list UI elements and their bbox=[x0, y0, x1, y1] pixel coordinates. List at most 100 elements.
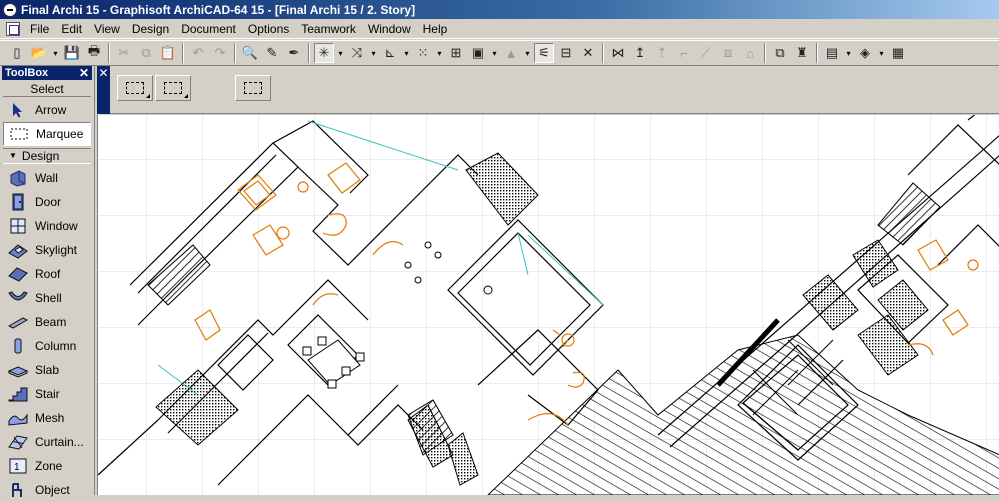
find-select-icon[interactable]: 🔍 bbox=[240, 43, 260, 63]
tool-beam[interactable]: Beam bbox=[3, 310, 91, 334]
arrow-icon bbox=[7, 101, 29, 119]
toolbar-separator bbox=[816, 43, 818, 63]
stair-icon bbox=[7, 385, 29, 403]
toolbar-separator bbox=[764, 43, 766, 63]
menu-options[interactable]: Options bbox=[242, 19, 295, 39]
wand-dropdown-icon[interactable]: ▾ bbox=[336, 43, 345, 63]
tool-object[interactable]: Object bbox=[3, 478, 91, 502]
print-icon[interactable]: 🖶 bbox=[84, 43, 104, 63]
menu-teamwork[interactable]: Teamwork bbox=[295, 19, 362, 39]
menu-edit[interactable]: Edit bbox=[55, 19, 88, 39]
layer-dropdown-icon[interactable]: ▾ bbox=[490, 43, 499, 63]
floor-plan-view-icon[interactable]: ▤ bbox=[822, 43, 842, 63]
elevate-dropdown-icon[interactable]: ▾ bbox=[523, 43, 532, 63]
tool-column[interactable]: Column bbox=[3, 334, 91, 358]
window-icon bbox=[7, 217, 29, 235]
open-dropdown-icon[interactable]: ▾ bbox=[51, 43, 60, 63]
tool-slab[interactable]: Slab bbox=[3, 358, 91, 382]
new-file-icon[interactable]: ▯ bbox=[7, 43, 27, 63]
3d-view-icon[interactable]: ◈ bbox=[855, 43, 875, 63]
split-icon[interactable]: ⋈ bbox=[608, 43, 628, 63]
3d-window-icon[interactable]: ⧉ bbox=[770, 43, 790, 63]
marquee-shape-button[interactable] bbox=[117, 75, 153, 101]
resize-icon[interactable]: ⧈ bbox=[718, 43, 738, 63]
marquee-scope-button[interactable] bbox=[235, 75, 271, 101]
marquee-rect-icon bbox=[126, 82, 144, 94]
delete-x-icon[interactable]: ✕ bbox=[578, 43, 598, 63]
tool-skylight[interactable]: Skylight bbox=[3, 238, 91, 262]
adjust-icon[interactable]: ↥ bbox=[630, 43, 650, 63]
tool-mesh[interactable]: Mesh bbox=[3, 406, 91, 430]
copy-icon[interactable]: ⧉ bbox=[136, 43, 156, 63]
toolbox-title-bar[interactable]: ToolBox ✕ bbox=[2, 66, 92, 80]
info-box: ✕ bbox=[97, 66, 999, 114]
popup-corner-icon bbox=[146, 94, 150, 98]
relative-construction-icon[interactable]: ⊾ bbox=[380, 43, 400, 63]
relative-dropdown-icon[interactable]: ▾ bbox=[402, 43, 411, 63]
toolbox-close-icon[interactable]: ✕ bbox=[79, 67, 89, 79]
open-file-icon[interactable]: 📂 bbox=[29, 43, 49, 63]
title-bar[interactable]: Final Archi 15 - Graphisoft ArchiCAD-64 … bbox=[0, 0, 999, 19]
menu-help[interactable]: Help bbox=[417, 19, 454, 39]
floor-plan-canvas[interactable] bbox=[97, 115, 999, 495]
inject-syringe-icon[interactable]: ✒ bbox=[284, 43, 304, 63]
snap-guides-icon[interactable]: ⤨ bbox=[347, 43, 367, 63]
roof-icon bbox=[7, 265, 29, 283]
menu-view[interactable]: View bbox=[88, 19, 126, 39]
tool-stair[interactable]: Stair bbox=[3, 382, 91, 406]
view-dropdown-icon[interactable]: ▾ bbox=[844, 43, 853, 63]
3d-dropdown-icon[interactable]: ▾ bbox=[877, 43, 886, 63]
tool-marquee[interactable]: Marquee bbox=[3, 122, 91, 146]
menu-window[interactable]: Window bbox=[362, 19, 417, 39]
snap-dropdown-icon[interactable]: ▾ bbox=[369, 43, 378, 63]
select-section-header[interactable]: Select bbox=[3, 81, 91, 97]
app-icon[interactable] bbox=[3, 2, 17, 17]
fillet-icon[interactable]: ⌐ bbox=[674, 43, 694, 63]
floor-plan-drawing[interactable] bbox=[98, 115, 999, 495]
grid-snap-icon[interactable]: ⁙ bbox=[413, 43, 433, 63]
tool-roof[interactable]: Roof bbox=[3, 262, 91, 286]
collapse-triangle-icon: ▼ bbox=[9, 151, 17, 160]
pick-up-eyedropper-icon[interactable]: ✎ bbox=[262, 43, 282, 63]
tool-shell[interactable]: Shell bbox=[3, 286, 91, 310]
document-window-icon[interactable] bbox=[6, 21, 20, 36]
object-icon bbox=[7, 481, 29, 499]
save-icon[interactable]: 💾 bbox=[62, 43, 82, 63]
tool-wall[interactable]: Wall bbox=[3, 166, 91, 190]
info-box-grip[interactable]: ✕ bbox=[97, 66, 110, 114]
tool-label: Roof bbox=[35, 267, 61, 281]
render-icon[interactable]: ♜ bbox=[792, 43, 812, 63]
tool-window[interactable]: Window bbox=[3, 214, 91, 238]
wall-icon bbox=[7, 169, 29, 187]
offset-icon[interactable]: ⟋ bbox=[696, 43, 716, 63]
arrange-icon[interactable]: ⊞ bbox=[446, 43, 466, 63]
svg-text:1: 1 bbox=[14, 462, 20, 473]
elevate-icon[interactable]: ▲ bbox=[501, 43, 521, 63]
design-section-header[interactable]: ▼ Design bbox=[3, 148, 91, 164]
cut-icon[interactable]: ✂ bbox=[114, 43, 134, 63]
layer-color-icon[interactable]: ▣ bbox=[468, 43, 488, 63]
menu-design[interactable]: Design bbox=[126, 19, 175, 39]
trace-reference-icon[interactable]: ⚟ bbox=[534, 43, 554, 63]
marquee-method-button[interactable] bbox=[155, 75, 191, 101]
section-marker-icon[interactable]: ⊟ bbox=[556, 43, 576, 63]
menu-file[interactable]: File bbox=[24, 19, 55, 39]
redo-icon[interactable]: ↷ bbox=[210, 43, 230, 63]
intersect-icon[interactable]: ⇡ bbox=[652, 43, 672, 63]
undo-icon[interactable]: ↶ bbox=[188, 43, 208, 63]
roof-trim-icon[interactable]: ⌂ bbox=[740, 43, 760, 63]
skylight-icon bbox=[7, 241, 29, 259]
tool-arrow[interactable]: Arrow bbox=[3, 98, 91, 122]
layout-book-icon[interactable]: ▦ bbox=[888, 43, 908, 63]
tool-label: Shell bbox=[35, 291, 62, 305]
tool-curtain-wall[interactable]: Curtain... bbox=[3, 430, 91, 454]
paste-icon[interactable]: 📋 bbox=[158, 43, 178, 63]
tool-zone[interactable]: 1 Zone bbox=[3, 454, 91, 478]
grid-dropdown-icon[interactable]: ▾ bbox=[435, 43, 444, 63]
tool-label: Mesh bbox=[35, 411, 65, 425]
menu-document[interactable]: Document bbox=[175, 19, 242, 39]
door-icon bbox=[7, 193, 29, 211]
magic-wand-icon[interactable]: ✳ bbox=[314, 43, 334, 63]
info-box-close-icon[interactable]: ✕ bbox=[97, 67, 110, 79]
tool-door[interactable]: Door bbox=[3, 190, 91, 214]
